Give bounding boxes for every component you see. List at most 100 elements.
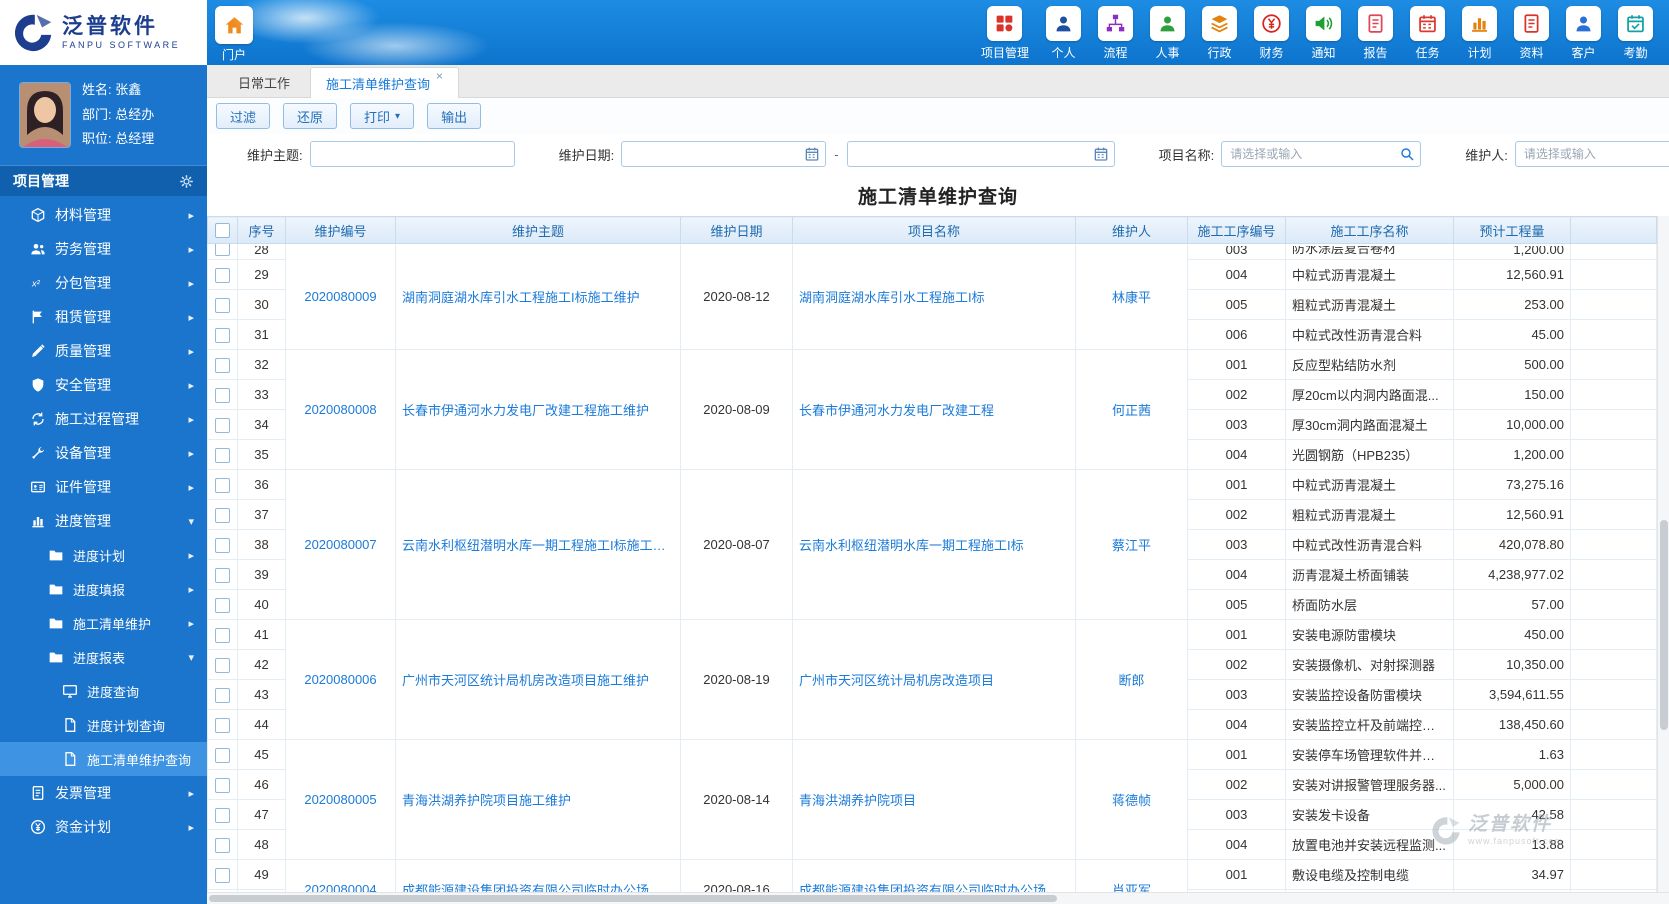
row-checkbox[interactable] bbox=[215, 777, 230, 793]
cell-project-name[interactable]: 广州市天河区统计局机房改造项目 bbox=[792, 619, 1076, 740]
sidebar-item[interactable]: 证件管理 ▸ bbox=[0, 470, 207, 504]
column-header[interactable]: 预计工程量 bbox=[1453, 216, 1571, 244]
row-checkbox[interactable] bbox=[215, 327, 230, 343]
person-input[interactable] bbox=[1514, 141, 1669, 167]
row-checkbox[interactable] bbox=[215, 477, 230, 493]
row-checkbox[interactable] bbox=[215, 297, 230, 313]
cell-maintain-subject[interactable]: 广州市天河区统计局机房改造项目施工维护 bbox=[395, 619, 681, 740]
row-checkbox[interactable] bbox=[215, 357, 230, 373]
row-checkbox[interactable] bbox=[215, 267, 230, 283]
cell-maintainer[interactable]: 断郎 bbox=[1075, 619, 1188, 740]
date-from-input[interactable] bbox=[621, 141, 827, 167]
column-header[interactable]: 维护主题 bbox=[395, 216, 681, 244]
sidebar-item[interactable]: 分包管理 ▸ bbox=[0, 266, 207, 300]
column-header[interactable]: 项目名称 bbox=[792, 216, 1076, 244]
cell-maintain-code[interactable]: 2020080008 bbox=[285, 349, 396, 470]
cell-maintainer[interactable]: 肖亚军 bbox=[1075, 859, 1188, 892]
date-to-input[interactable] bbox=[846, 141, 1115, 167]
reset-button[interactable]: 还原 bbox=[283, 103, 338, 129]
row-checkbox[interactable] bbox=[215, 747, 230, 763]
cell-maintainer[interactable]: 蒋德帧 bbox=[1075, 739, 1188, 860]
cell-maintainer[interactable]: 林康平 bbox=[1075, 243, 1188, 350]
column-header[interactable]: 维护编号 bbox=[285, 216, 396, 244]
row-checkbox[interactable] bbox=[215, 507, 230, 523]
row-checkbox[interactable] bbox=[215, 657, 230, 673]
cell-project-name[interactable]: 成都能源建设集团投资有限公司临时办公场所装修... bbox=[792, 859, 1076, 892]
sidebar-item[interactable]: 进度填报 ▸ bbox=[0, 572, 207, 606]
topnav-item[interactable]: 流程 bbox=[1098, 6, 1133, 65]
topnav-item[interactable]: 项目管理 bbox=[981, 6, 1029, 65]
calendar-icon[interactable] bbox=[1093, 146, 1109, 162]
column-header[interactable]: 施工工序名称 bbox=[1285, 216, 1454, 244]
sidebar-item[interactable]: 设备管理 ▸ bbox=[0, 436, 207, 470]
column-header[interactable]: 维护人 bbox=[1075, 216, 1188, 244]
cell-maintain-subject[interactable]: 长春市伊通河水力发电厂改建工程施工维护 bbox=[395, 349, 681, 470]
sidebar-item[interactable]: 劳务管理 ▸ bbox=[0, 232, 207, 266]
cell-maintain-code[interactable]: 2020080004 bbox=[285, 859, 396, 892]
cell-maintainer[interactable]: 蔡江平 bbox=[1075, 469, 1188, 620]
row-checkbox[interactable] bbox=[215, 567, 230, 583]
calendar-icon[interactable] bbox=[804, 146, 820, 162]
topnav-item[interactable]: 行政 bbox=[1202, 6, 1237, 65]
row-checkbox[interactable] bbox=[215, 867, 230, 883]
sidebar-item[interactable]: 进度计划查询 bbox=[0, 708, 207, 742]
row-checkbox[interactable] bbox=[215, 837, 230, 853]
sidebar-item[interactable]: 进度计划 ▸ bbox=[0, 538, 207, 572]
cell-maintain-subject[interactable]: 云南水利枢纽潜明水库一期工程施工I标施工维护 bbox=[395, 469, 681, 620]
row-checkbox[interactable] bbox=[215, 417, 230, 433]
sidebar-item[interactable]: 资金计划 ▸ bbox=[0, 810, 207, 844]
row-checkbox[interactable] bbox=[215, 717, 230, 733]
project-input[interactable] bbox=[1221, 141, 1422, 167]
topnav-item[interactable]: 任务 bbox=[1410, 6, 1445, 65]
cell-project-name[interactable]: 青海洪湖养护院项目 bbox=[792, 739, 1076, 860]
cell-maintain-subject[interactable]: 青海洪湖养护院项目施工维护 bbox=[395, 739, 681, 860]
cell-maintainer[interactable]: 何正茜 bbox=[1075, 349, 1188, 470]
gear-icon[interactable] bbox=[179, 174, 194, 189]
sidebar-item[interactable]: 租赁管理 ▸ bbox=[0, 300, 207, 334]
sidebar-item[interactable]: 进度查询 bbox=[0, 674, 207, 708]
column-header[interactable]: 维护日期 bbox=[680, 216, 793, 244]
row-checkbox[interactable] bbox=[215, 537, 230, 553]
sidebar-item[interactable]: 施工清单维护查询 bbox=[0, 742, 207, 776]
scrollbar-thumb[interactable] bbox=[209, 895, 1057, 902]
row-checkbox[interactable] bbox=[215, 807, 230, 823]
subject-input[interactable] bbox=[309, 141, 515, 167]
cell-maintain-code[interactable]: 2020080005 bbox=[285, 739, 396, 860]
row-checkbox[interactable] bbox=[215, 244, 230, 257]
topnav-item[interactable]: 通知 bbox=[1306, 6, 1341, 65]
sidebar-item[interactable]: 施工过程管理 ▸ bbox=[0, 402, 207, 436]
scrollbar-thumb[interactable] bbox=[1660, 520, 1668, 730]
column-header[interactable]: 施工工序编号 bbox=[1187, 216, 1286, 244]
search-icon[interactable] bbox=[1399, 146, 1415, 162]
portal-button[interactable]: 门户 bbox=[215, 0, 253, 65]
topnav-item[interactable]: 财务 bbox=[1254, 6, 1289, 65]
row-checkbox[interactable] bbox=[215, 597, 230, 613]
tab[interactable]: 日常工作 bbox=[223, 68, 305, 97]
row-checkbox[interactable] bbox=[215, 447, 230, 463]
row-checkbox[interactable] bbox=[215, 687, 230, 703]
sidebar-item[interactable]: 施工清单维护 ▸ bbox=[0, 606, 207, 640]
close-icon[interactable]: × bbox=[436, 69, 443, 83]
topnav-item[interactable]: 报告 bbox=[1358, 6, 1393, 65]
row-checkbox[interactable] bbox=[215, 387, 230, 403]
cell-maintain-code[interactable]: 2020080006 bbox=[285, 619, 396, 740]
print-button[interactable]: 打印 ▾ bbox=[350, 103, 415, 129]
topnav-item[interactable]: 考勤 bbox=[1618, 6, 1653, 65]
filter-button[interactable]: 过滤 bbox=[216, 103, 271, 129]
sidebar-item[interactable]: 发票管理 ▸ bbox=[0, 776, 207, 810]
topnav-item[interactable]: 资料 bbox=[1514, 6, 1549, 65]
select-all-checkbox[interactable] bbox=[215, 223, 230, 239]
vertical-scrollbar[interactable] bbox=[1657, 216, 1669, 892]
topnav-item[interactable]: 计划 bbox=[1462, 6, 1497, 65]
sidebar-item[interactable]: 进度报表 ▾ bbox=[0, 640, 207, 674]
topnav-item[interactable]: 客户 bbox=[1566, 6, 1601, 65]
cell-maintain-code[interactable]: 2020080007 bbox=[285, 469, 396, 620]
topnav-item[interactable]: 人事 bbox=[1150, 6, 1185, 65]
cell-maintain-subject[interactable]: 湖南洞庭湖水库引水工程施工I标施工维护 bbox=[395, 243, 681, 350]
tab[interactable]: 施工清单维护查询 × bbox=[310, 67, 460, 98]
sidebar-item[interactable]: 安全管理 ▸ bbox=[0, 368, 207, 402]
export-button[interactable]: 输出 bbox=[427, 103, 482, 129]
cell-project-name[interactable]: 云南水利枢纽潜明水库一期工程施工I标 bbox=[792, 469, 1076, 620]
sidebar-item[interactable]: 进度管理 ▾ bbox=[0, 504, 207, 538]
cell-maintain-code[interactable]: 2020080009 bbox=[285, 243, 396, 350]
